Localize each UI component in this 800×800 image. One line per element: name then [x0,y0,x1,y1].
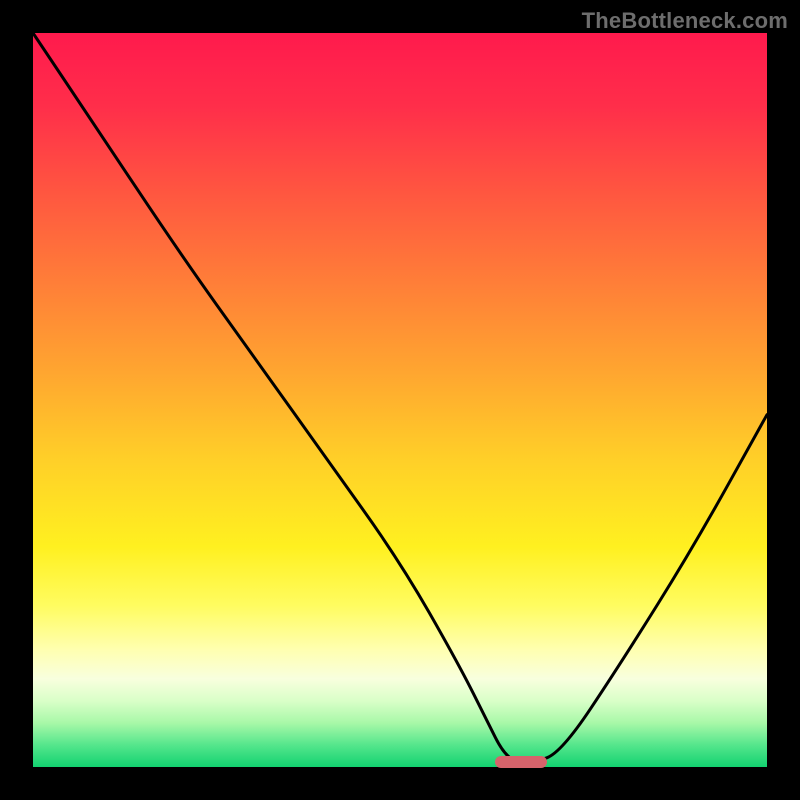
bottleneck-curve [33,33,767,767]
plot-area [33,33,767,767]
watermark-text: TheBottleneck.com [582,8,788,34]
chart-frame: TheBottleneck.com [0,0,800,800]
optimum-marker [495,756,546,768]
curve-path [33,33,767,763]
